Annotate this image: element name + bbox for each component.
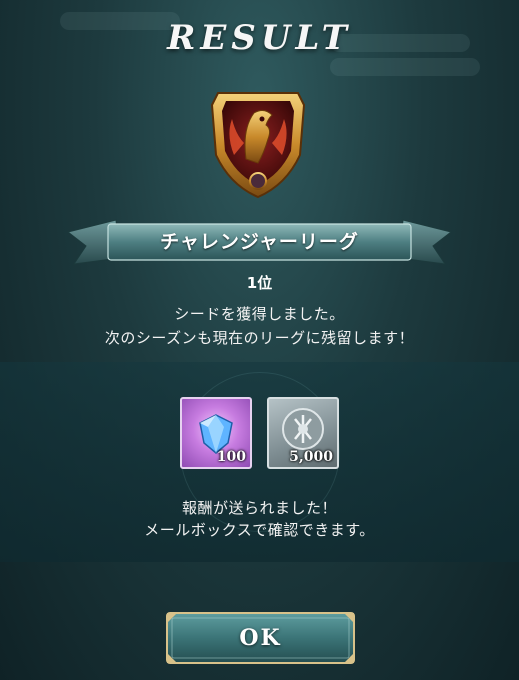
ok-button-label: OK (239, 625, 282, 651)
reward-item-gem[interactable]: 100 (180, 397, 252, 469)
reward-message-line2: メールボックスで確認できます。 (144, 521, 375, 539)
phoenix-emblem-icon (210, 92, 306, 199)
result-title: RESULT (167, 18, 352, 58)
reward-item-medal[interactable]: 5,000 (267, 397, 339, 469)
result-message-line2: 次のシーズンも現在のリーグに残留します！ (104, 329, 415, 347)
reward-count: 100 (216, 449, 246, 465)
reward-count: 5,000 (289, 449, 333, 465)
result-message-line1: シードを獲得しました。 (174, 305, 345, 323)
ok-button[interactable]: OK (163, 609, 358, 667)
reward-message-line1: 報酬が送られました！ (181, 499, 337, 517)
background-chip (330, 58, 480, 76)
league-name: チャレンジャーリーグ (160, 231, 359, 253)
league-rank: 1位 (246, 274, 273, 292)
